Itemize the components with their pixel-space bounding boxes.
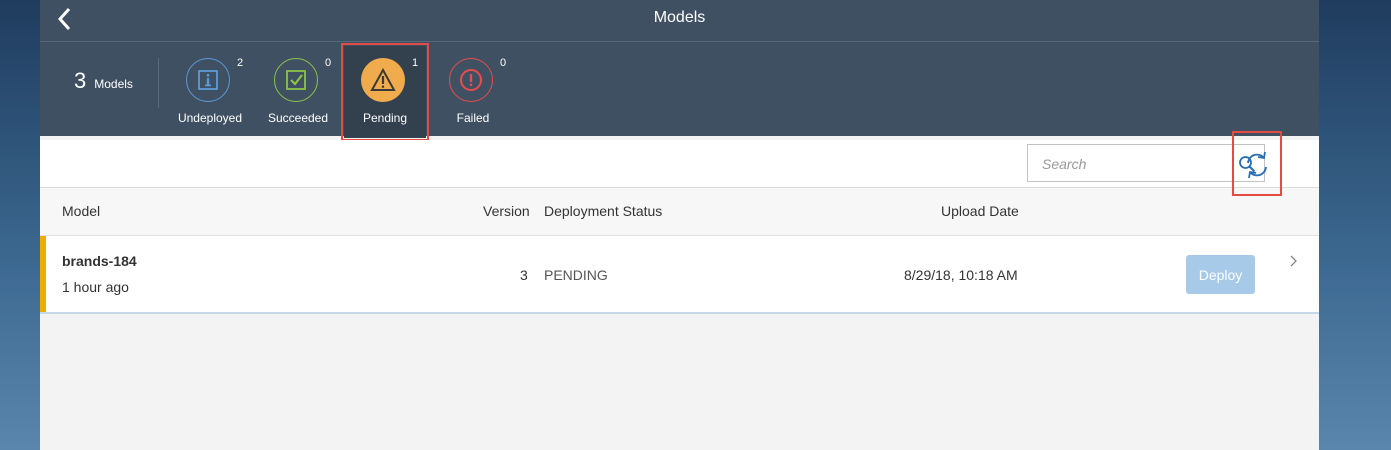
- checkbox-icon: [286, 70, 306, 90]
- model-age: 1 hour ago: [62, 279, 129, 295]
- pending-circle: [361, 58, 405, 102]
- warning-icon: [370, 68, 396, 91]
- column-header-version: Version: [483, 203, 530, 219]
- succeeded-count: 0: [325, 57, 332, 69]
- filter-pending[interactable]: 1 Pending: [341, 43, 429, 141]
- divider: [158, 58, 159, 108]
- info-icon: [198, 70, 218, 90]
- upload-date: 8/29/18, 10:18 AM: [904, 267, 1018, 283]
- toolbar: [40, 140, 1319, 188]
- title-bar: Models: [40, 0, 1319, 42]
- error-icon: [460, 69, 482, 91]
- failed-count: 0: [500, 57, 507, 69]
- status-stripe: [40, 236, 46, 312]
- table-header: Model Version Deployment Status Upload D…: [40, 188, 1319, 236]
- search-box: [1027, 144, 1265, 182]
- filter-succeeded[interactable]: 0 Succeeded: [255, 44, 341, 140]
- undeployed-count: 2: [237, 57, 244, 69]
- pending-count: 1: [412, 57, 419, 69]
- filter-failed[interactable]: 0 Failed: [430, 44, 516, 140]
- undeployed-label: Undeployed: [177, 111, 243, 125]
- shell-header: Models 3 Models 2 Undeployed 0 Succeeded…: [40, 0, 1319, 141]
- refresh-button[interactable]: [1232, 131, 1282, 196]
- page-title: Models: [653, 9, 706, 26]
- failed-label: Failed: [456, 111, 490, 125]
- models-count-label: Models: [94, 77, 133, 91]
- deployment-status: PENDING: [544, 267, 608, 283]
- models-count-number: 3: [74, 68, 87, 93]
- search-input[interactable]: [1040, 153, 1224, 175]
- deploy-button[interactable]: Deploy: [1186, 255, 1255, 294]
- failed-circle: [449, 58, 493, 102]
- refresh-icon: [1247, 152, 1267, 178]
- models-count: 3 Models: [74, 68, 133, 94]
- undeployed-circle: [186, 58, 230, 102]
- model-name: brands-184: [62, 253, 137, 269]
- table-row[interactable]: brands-184 1 hour ago 3 PENDING 8/29/18,…: [40, 236, 1319, 314]
- column-header-deployment-status: Deployment Status: [544, 203, 663, 219]
- succeeded-label: Succeeded: [267, 111, 329, 125]
- chevron-right-icon[interactable]: [1289, 254, 1299, 268]
- app-window: Models 3 Models 2 Undeployed 0 Succeeded…: [40, 0, 1319, 450]
- model-version: 3: [520, 267, 528, 283]
- filter-undeployed[interactable]: 2 Undeployed: [167, 44, 253, 140]
- pending-label: Pending: [362, 111, 408, 125]
- succeeded-circle: [274, 58, 318, 102]
- column-header-upload-date: Upload Date: [941, 203, 1019, 219]
- column-header-model: Model: [62, 203, 101, 219]
